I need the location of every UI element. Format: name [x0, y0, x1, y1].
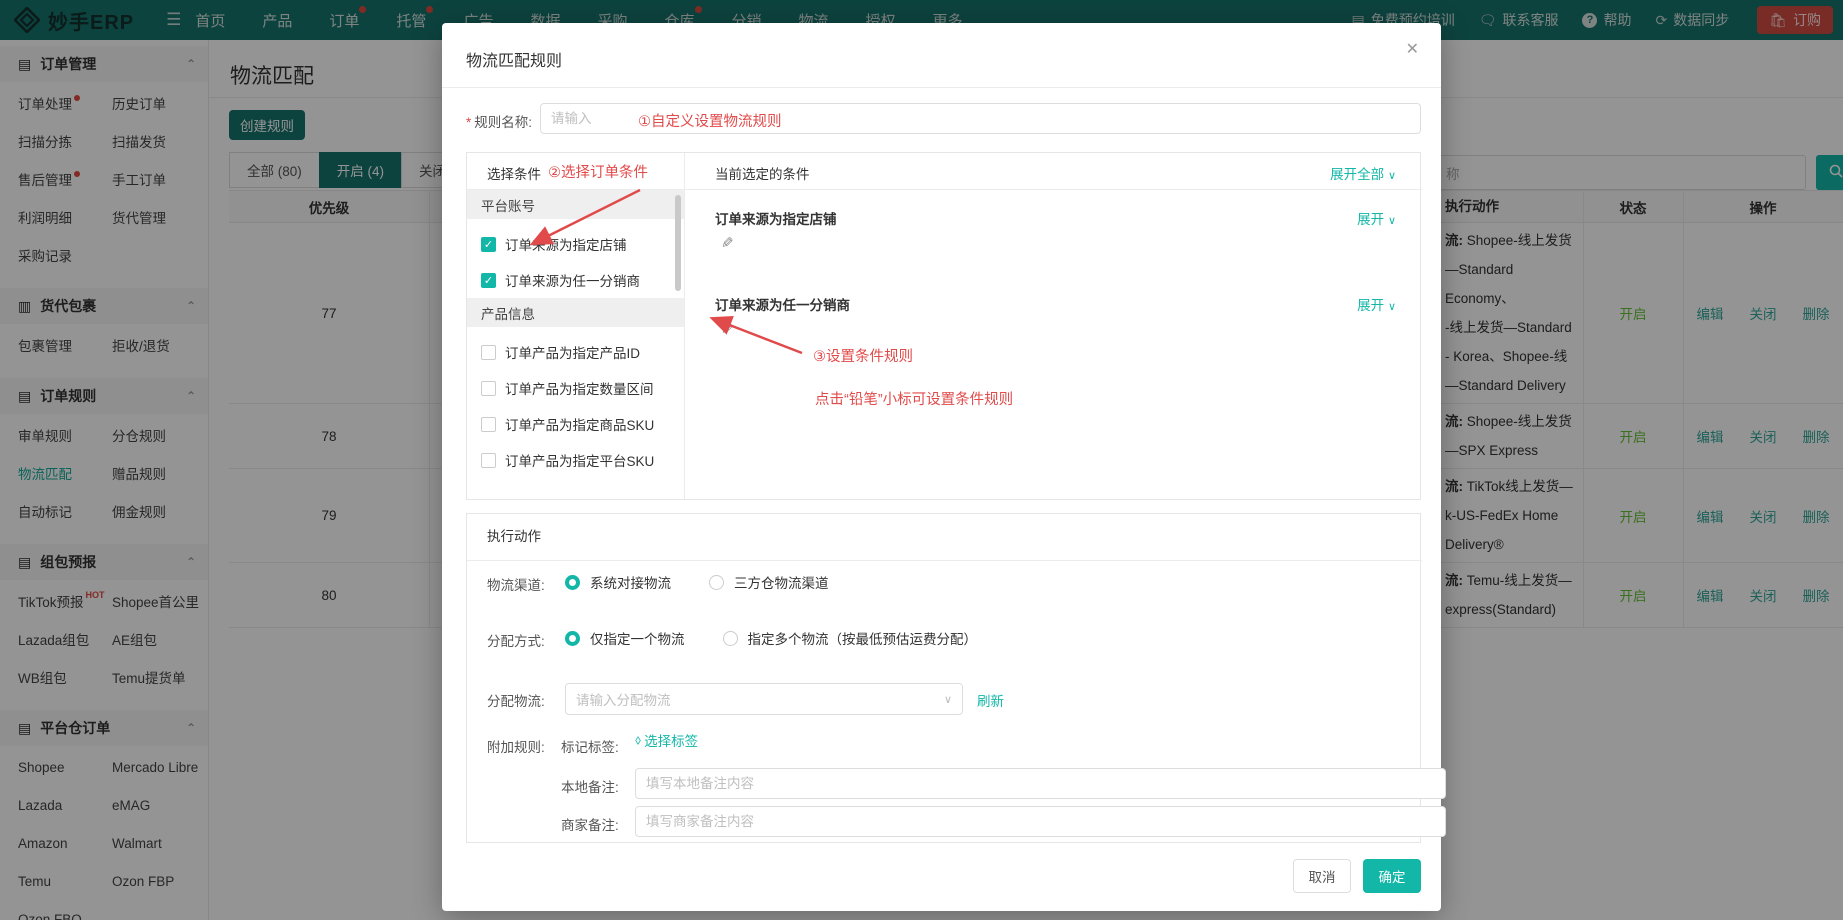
rule-name-label: * 规则名称: — [466, 115, 533, 130]
radio-selected[interactable] — [565, 630, 580, 646]
condition-item-label: 订单产品为指定数量区间 — [505, 382, 654, 397]
condition-item-label: 订单来源为任一分销商 — [505, 274, 640, 289]
condition-item-订单产品为指定平台SKU[interactable]: 订单产品为指定平台SKU — [467, 442, 684, 478]
extra-rules-label: 附加规则: — [487, 740, 545, 755]
condition-left-header: 选择条件 — [487, 167, 541, 182]
merchant-note-label: 商家备注: — [561, 818, 619, 833]
channel-option-三方仓物流渠道[interactable]: 三方仓物流渠道 — [734, 572, 829, 592]
logistics-match-rule-modal: 物流匹配规则 ✕ *规则名称: ①自定义设置物流规则 选择条件 当前选定的条件 … — [442, 23, 1446, 911]
mode-options: 仅指定一个物流 指定多个物流（按最低预估运费分配） — [565, 628, 1005, 648]
radio-unselected[interactable] — [722, 630, 738, 646]
selected-conditions: 订单来源为指定店铺 展开 ∨ ✎ 订单来源为任一分销商 展开 ∨ ✎ — [715, 190, 1420, 499]
condition-item-label: 订单产品为指定产品ID — [505, 346, 640, 361]
expand-link[interactable]: 展开 ∨ — [1357, 208, 1396, 228]
rule-name-input[interactable] — [540, 103, 1421, 134]
condition-item-label: 订单产品为指定平台SKU — [505, 454, 655, 469]
condition-item-订单产品为指定产品ID[interactable]: 订单产品为指定产品ID — [467, 334, 684, 370]
checkbox-unchecked[interactable] — [481, 452, 496, 468]
channel-option-系统对接物流[interactable]: 系统对接物流 — [590, 572, 671, 592]
selected-condition-title: 订单来源为指定店铺 — [715, 212, 837, 227]
mode-option-仅指定一个物流[interactable]: 仅指定一个物流 — [590, 628, 685, 648]
radio-selected[interactable] — [565, 574, 580, 590]
channel-label: 物流渠道: — [487, 578, 545, 593]
selected-condition-订单来源为任一分销商: 订单来源为任一分销商 展开 ∨ ✎ — [715, 294, 1420, 362]
confirm-button[interactable]: 确定 — [1363, 859, 1421, 893]
refresh-link[interactable]: 刷新 — [977, 690, 1004, 710]
local-note-input[interactable] — [635, 768, 1446, 799]
logistics-label: 分配物流: — [487, 694, 545, 709]
checkbox-checked[interactable]: ✓ — [481, 272, 496, 288]
mode-option-指定多个物流（按最低预估运费分配）[interactable]: 指定多个物流（按最低预估运费分配） — [748, 628, 978, 648]
condition-right-header: 当前选定的条件 — [715, 167, 810, 182]
modal-title: 物流匹配规则 — [466, 53, 563, 70]
condition-item-订单来源为任一分销商[interactable]: ✓ 订单来源为任一分销商 — [467, 262, 684, 298]
checkbox-checked[interactable]: ✓ — [481, 236, 496, 252]
chevron-down-icon: ∨ — [1387, 215, 1396, 227]
checkbox-unchecked[interactable] — [481, 380, 496, 396]
divider — [684, 153, 685, 499]
tag-label: 标记标签: — [561, 740, 619, 755]
pencil-edit-icon[interactable]: ✎ — [721, 320, 734, 338]
action-box: 执行动作 物流渠道: 系统对接物流 三方仓物流渠道 分配方式: 仅指定一个物流 指定… — [466, 513, 1446, 843]
merchant-note-input[interactable] — [635, 806, 1446, 837]
chevron-down-icon: ∨ — [1387, 170, 1396, 182]
logistics-select[interactable]: 请输入分配物流 ∨ — [565, 683, 963, 715]
modal-footer: 取消 确定 — [442, 851, 1441, 911]
radio-unselected[interactable] — [709, 574, 724, 590]
logistics-select-placeholder: 请输入分配物流 — [576, 693, 671, 708]
selected-condition-title: 订单来源为任一分销商 — [715, 298, 850, 313]
action-header: 执行动作 — [487, 529, 541, 544]
close-icon[interactable]: ✕ — [1406, 39, 1419, 59]
selected-condition-订单来源为指定店铺: 订单来源为指定店铺 展开 ∨ ✎ — [715, 208, 1420, 276]
checkbox-unchecked[interactable] — [481, 416, 496, 432]
divider — [442, 87, 1441, 88]
chevron-down-icon: ∨ — [1387, 301, 1396, 313]
app-root: 妙手ERP ☰ 首页 产品 订单 托管 广告 数据 采购 仓库 分销 物流 授权 更多 ▤ 免费预约培训… — [0, 0, 1843, 920]
checkbox-unchecked[interactable] — [481, 344, 496, 360]
condition-list-scrollbar[interactable] — [675, 195, 681, 291]
channel-options: 系统对接物流 三方仓物流渠道 — [565, 572, 857, 592]
chevron-down-icon: ∨ — [943, 693, 952, 706]
condition-item-label: 订单来源为指定店铺 — [505, 238, 627, 253]
expand-all-link[interactable]: 展开全部 ∨ — [1330, 163, 1396, 183]
select-tag-link[interactable]: ⬨ 选择标签 — [635, 730, 698, 750]
divider — [467, 560, 1422, 561]
tag-icon: ⬨ — [635, 732, 642, 747]
condition-item-label: 订单产品为指定商品SKU — [505, 418, 655, 433]
condition-box: 选择条件 当前选定的条件 展开全部 ∨ 平台账号 ✓ 订单来源为指定店铺 ✓ 订单来源为… — [466, 152, 1422, 500]
condition-group-产品信息: 产品信息 — [467, 298, 684, 327]
cancel-button[interactable]: 取消 — [1293, 859, 1351, 893]
local-note-label: 本地备注: — [561, 780, 619, 795]
mode-label: 分配方式: — [487, 634, 545, 649]
condition-group-平台账号: 平台账号 — [467, 190, 684, 219]
condition-list: 平台账号 ✓ 订单来源为指定店铺 ✓ 订单来源为任一分销商产品信息订单产品为指定产品ID… — [467, 190, 684, 500]
required-asterisk: * — [466, 115, 472, 130]
condition-item-订单来源为指定店铺[interactable]: ✓ 订单来源为指定店铺 — [467, 226, 684, 262]
condition-item-订单产品为指定数量区间[interactable]: 订单产品为指定数量区间 — [467, 370, 684, 406]
expand-link[interactable]: 展开 ∨ — [1357, 294, 1396, 314]
pencil-edit-icon[interactable]: ✎ — [721, 234, 734, 252]
condition-item-订单产品为指定商品SKU[interactable]: 订单产品为指定商品SKU — [467, 406, 684, 442]
